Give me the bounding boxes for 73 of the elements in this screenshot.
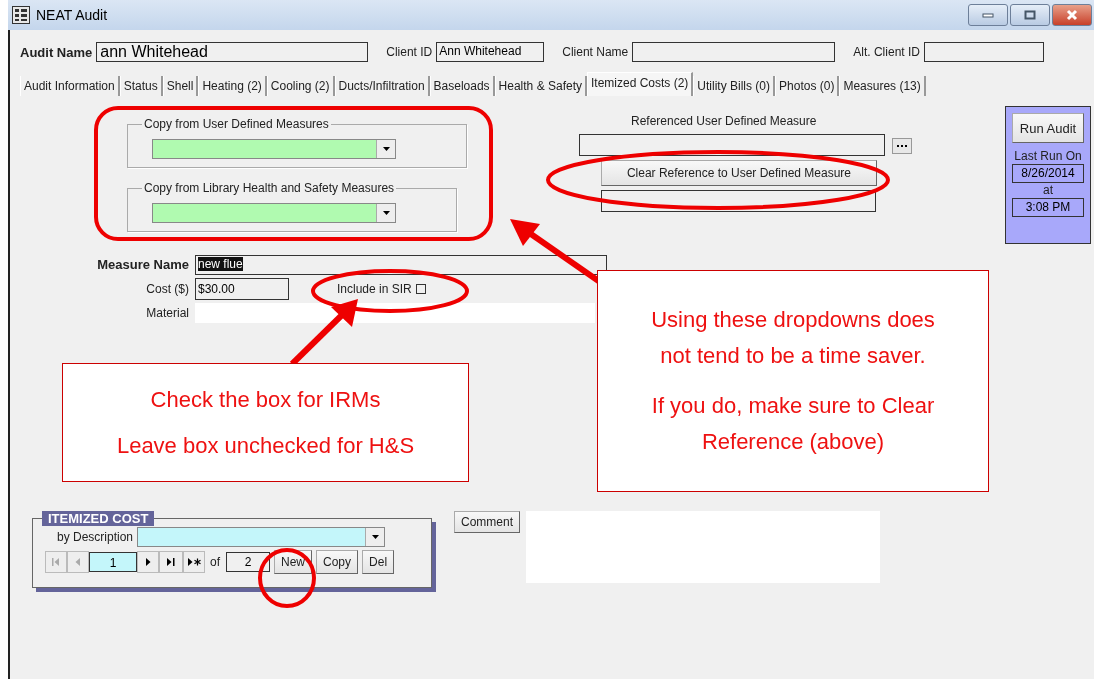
callout-text: Check the box for IRMs (149, 385, 382, 414)
field-label: by Description (57, 530, 134, 544)
callout-text: Leave box unchecked for H&S (115, 431, 416, 460)
tab[interactable]: Audit Information (20, 76, 120, 96)
run-audit-button[interactable]: Run Audit (1012, 113, 1084, 143)
tab[interactable]: Status (119, 76, 163, 96)
tab[interactable]: Shell (162, 76, 199, 96)
callout-text: If you do, make sure to Clear Reference (above) (650, 392, 936, 456)
cost-field[interactable]: $30.00 (195, 277, 289, 300)
next-record-icon (145, 558, 151, 566)
maximize-button[interactable] (1010, 4, 1050, 26)
last-run-label: Last Run On (1014, 149, 1082, 164)
tab[interactable]: Baseloads (429, 76, 495, 96)
next-record-button[interactable] (137, 551, 159, 573)
text-field[interactable] (923, 42, 1044, 62)
first-record-icon (52, 558, 60, 566)
minimize-button[interactable] (968, 4, 1008, 26)
text-field[interactable]: Ann Whitehead (436, 42, 545, 62)
field-label: Alt. Client ID (853, 45, 920, 59)
previous-record-icon (75, 558, 81, 566)
tab[interactable]: Health & Safety (494, 76, 587, 96)
last-record-button[interactable] (159, 551, 183, 573)
tab[interactable]: Cooling (2) (266, 76, 335, 96)
of-label: of (210, 555, 220, 569)
tab[interactable]: Heating (2) (198, 76, 267, 96)
callout-text: Using these dropdowns does not tend to be a time saver. (650, 306, 936, 370)
material-field[interactable] (195, 302, 595, 323)
window-title: NEAT Audit (36, 7, 108, 23)
record-number-field[interactable]: 1 (89, 552, 137, 572)
tab[interactable]: Photos (0) (775, 76, 840, 96)
field-label: Client Name (562, 45, 629, 59)
field-label: Referenced User Defined Measure (631, 114, 817, 128)
new-record-button[interactable] (183, 551, 205, 573)
field-label: Audit Name (20, 44, 93, 60)
time-field: 3:08 PM (1012, 198, 1084, 217)
group-label: Copy from User Defined Measures (142, 117, 331, 131)
comment-button[interactable]: Comment (454, 511, 520, 533)
record-button[interactable]: Copy (316, 550, 359, 574)
tab[interactable]: Itemized Costs (2) (587, 72, 694, 96)
section-title: ITEMIZED COST (42, 511, 155, 526)
checkbox[interactable] (415, 283, 426, 294)
text-field[interactable] (579, 134, 885, 156)
group-label: Copy from Library Health and Safety Measures (142, 181, 397, 195)
tab[interactable]: Ducts/Infiltration (334, 76, 430, 96)
at-label: at (1043, 183, 1053, 198)
close-icon (1066, 9, 1078, 21)
field-label: Client ID (386, 45, 433, 59)
app-icon (12, 6, 30, 24)
checkbox-label: Include in SIR (337, 281, 412, 296)
clear-reference-button[interactable]: Clear Reference to User Defined Measure (601, 160, 877, 186)
dropdown[interactable] (152, 139, 396, 159)
record-button[interactable]: Del (362, 550, 395, 574)
measure-name-field[interactable]: new flue (195, 254, 607, 275)
ellipsis-icon (897, 144, 907, 148)
dropdown[interactable] (152, 203, 396, 223)
last-record-icon (167, 558, 175, 566)
maximize-icon (1024, 10, 1036, 20)
close-button[interactable] (1052, 4, 1092, 26)
minimize-icon (982, 12, 994, 18)
record-count-field: 2 (226, 552, 270, 572)
text-field[interactable] (601, 190, 876, 212)
date-field: 8/26/2014 (1012, 164, 1084, 183)
ellipsis-button[interactable] (892, 138, 912, 154)
field-label: Cost ($) (145, 281, 190, 296)
text-field[interactable]: ann Whitehead (96, 42, 369, 62)
field-label: Material (145, 305, 190, 320)
selected-text: new flue (198, 256, 243, 271)
field-label: Measure Name (96, 257, 190, 272)
tab[interactable]: Utility Bills (0) (693, 76, 776, 96)
new-record-icon (187, 558, 201, 566)
tab[interactable]: Measures (13) (839, 76, 926, 96)
text-field[interactable] (632, 42, 836, 62)
highlight-circle (258, 548, 316, 608)
